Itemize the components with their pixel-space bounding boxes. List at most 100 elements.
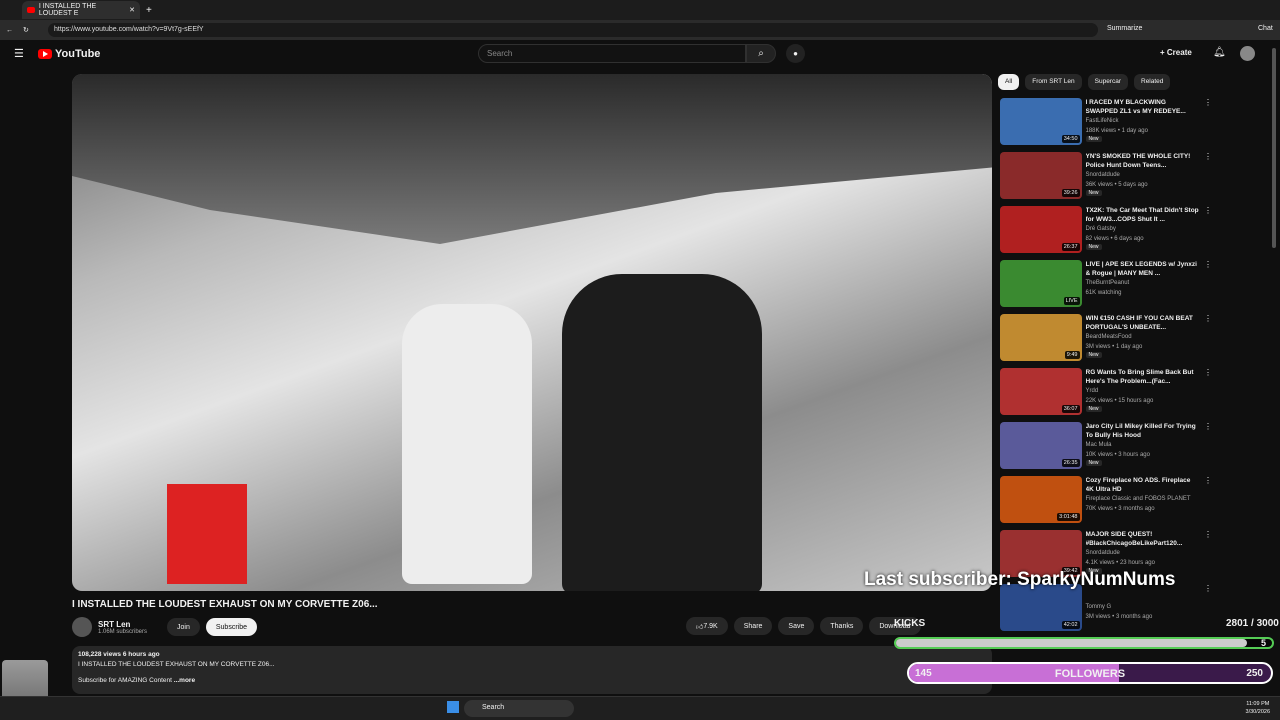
more-options-icon[interactable]: ⋮ xyxy=(1204,152,1212,206)
browser-tab[interactable]: I INSTALLED THE LOUDEST E ✕ xyxy=(22,1,140,19)
recommendation-info: Jaro City Lil Mikey Killed For Trying To… xyxy=(1085,422,1201,476)
more-options-icon[interactable]: ⋮ xyxy=(1204,206,1212,260)
more-options-icon[interactable]: ⋮ xyxy=(1204,314,1212,368)
windows-start-icon[interactable] xyxy=(447,701,459,713)
system-clock: 11:09 PM 3/30/2026 xyxy=(1246,700,1270,716)
chip-related[interactable]: Related xyxy=(1134,74,1171,90)
video-thumbnail[interactable]: 39:26 xyxy=(1000,152,1082,199)
recommendation-title[interactable]: I RACED MY BLACKWING SWAPPED ZL1 vs MY R… xyxy=(1086,98,1201,116)
recommendation-channel[interactable]: Fireplace Classic and FOBOS PLANET xyxy=(1086,494,1201,504)
subscribe-button[interactable]: Subscribe xyxy=(205,618,258,636)
recommendation-item[interactable]: 36:07 RG Wants To Bring Slime Back But H… xyxy=(1000,368,1212,422)
followers-goal: 250 xyxy=(1246,668,1263,679)
youtube-logo[interactable]: YouTube xyxy=(38,48,100,60)
recommendation-title[interactable]: Cozy Fireplace NO ADS. Fireplace 4K Ultr… xyxy=(1086,476,1201,494)
recommendation-channel[interactable]: FastLifeNick xyxy=(1086,116,1201,126)
more-options-icon[interactable]: ⋮ xyxy=(1204,530,1212,584)
like-button[interactable]: 👍︎ 7.9K xyxy=(686,617,728,635)
create-label: Create xyxy=(1166,48,1192,57)
channel-avatar[interactable] xyxy=(72,617,92,637)
create-button[interactable]: + Create xyxy=(1160,48,1192,57)
recommendation-channel[interactable]: Yrdd xyxy=(1086,386,1201,396)
recommendation-channel[interactable]: Mac Mula xyxy=(1086,440,1201,450)
youtube-header: ☰ YouTube Search ⌕ ● + Create 🔔︎ xyxy=(0,40,1280,68)
more-options-icon[interactable]: ⋮ xyxy=(1204,260,1212,314)
recommendation-item[interactable]: LIVE LIVE | APE SEX LEGENDS w/ Jynxzi & … xyxy=(1000,260,1212,314)
video-duration: 26:35 xyxy=(1061,459,1080,467)
video-thumbnail[interactable]: 3:01:48 xyxy=(1000,476,1082,523)
video-duration: 34:50 xyxy=(1061,135,1080,143)
recommendation-info: Cozy Fireplace NO ADS. Fireplace 4K Ultr… xyxy=(1086,476,1201,530)
video-thumbnail[interactable]: 34:50 xyxy=(1000,98,1082,145)
recommendation-item[interactable]: 3:01:48 Cozy Fireplace NO ADS. Fireplace… xyxy=(1000,476,1212,530)
more-options-icon[interactable]: ⋮ xyxy=(1204,476,1212,530)
kicks-progress-fill xyxy=(896,639,1248,647)
recommendation-channel[interactable]: Tommy G xyxy=(1086,602,1201,612)
chat-button[interactable]: Chat xyxy=(1258,25,1273,32)
description-box[interactable]: 108,228 views 6 hours ago I INSTALLED TH… xyxy=(72,646,992,694)
recommendation-title[interactable]: WIN €150 CASH IF YOU CAN BEAT PORTUGAL'S… xyxy=(1086,314,1201,332)
reload-icon[interactable]: ↻ xyxy=(23,26,29,34)
search-icon[interactable]: ⌕ xyxy=(746,44,776,63)
more-options-icon[interactable]: ⋮ xyxy=(1204,584,1212,638)
recommendation-meta: 22K views • 15 hours ago xyxy=(1085,398,1154,404)
taskbar-search[interactable]: Search xyxy=(464,700,574,717)
recommendation-channel[interactable]: Snordatdude xyxy=(1086,170,1201,180)
notifications-icon[interactable]: 🔔︎ xyxy=(1213,47,1226,58)
url-field[interactable]: https://www.youtube.com/watch?v=9Vt7g-sE… xyxy=(48,23,1098,37)
recommendation-channel[interactable]: Snordatdude xyxy=(1086,548,1201,558)
recommendation-item[interactable]: 26:37 TX2K: The Car Meet That Didn't Sto… xyxy=(1000,206,1212,260)
recommendation-item[interactable]: 26:35 Jaro City Lil Mikey Killed For Try… xyxy=(1000,422,1212,476)
recommendation-channel[interactable]: TheBurntPeanut xyxy=(1086,278,1201,288)
close-tab-icon[interactable]: ✕ xyxy=(129,6,135,14)
video-thumbnail[interactable]: 42:02 xyxy=(1000,584,1082,631)
recommendation-title[interactable]: RG Wants To Bring Slime Back But Here's … xyxy=(1086,368,1201,386)
video-thumbnail[interactable]: 26:35 xyxy=(1000,422,1082,469)
more-options-icon[interactable]: ⋮ xyxy=(1204,98,1212,152)
microphone-icon[interactable]: ● xyxy=(786,44,805,63)
more-options-icon[interactable]: ⋮ xyxy=(1204,422,1212,476)
back-icon[interactable]: ← xyxy=(6,27,13,34)
menu-icon[interactable]: ☰ xyxy=(14,47,24,60)
thanks-button[interactable]: Thanks xyxy=(820,617,864,635)
channel-name[interactable]: SRT Len xyxy=(98,620,147,629)
search-input[interactable]: Search xyxy=(478,44,746,63)
more-link[interactable]: ...more xyxy=(174,677,195,684)
video-thumbnail[interactable]: LIVE xyxy=(1000,260,1082,307)
recommendation-item[interactable]: 39:26 YN'S SMOKED THE WHOLE CITY! Police… xyxy=(1000,152,1212,206)
tab-title: I INSTALLED THE LOUDEST E xyxy=(38,3,97,17)
recommendation-title[interactable]: YN'S SMOKED THE WHOLE CITY! Police Hunt … xyxy=(1086,152,1201,170)
new-tab-icon[interactable]: + xyxy=(146,5,152,16)
account-avatar[interactable] xyxy=(1240,46,1255,61)
save-button[interactable]: Save xyxy=(778,617,815,635)
recommendation-item[interactable]: 34:50 I RACED MY BLACKWING SWAPPED ZL1 v… xyxy=(1000,98,1212,152)
share-button[interactable]: Share xyxy=(733,617,773,635)
recommendation-info: YN'S SMOKED THE WHOLE CITY! Police Hunt … xyxy=(1085,152,1201,206)
recommendation-meta: 3M views • 1 day ago xyxy=(1085,344,1143,350)
recommendation-title[interactable]: MAJOR SIDE QUEST! #BlackChicagoBeLikePar… xyxy=(1086,530,1201,548)
recommendation-channel[interactable]: BeardMeatsFood xyxy=(1086,332,1201,342)
video-thumbnail[interactable]: 9:49 xyxy=(1000,314,1082,361)
more-options-icon[interactable]: ⋮ xyxy=(1204,368,1212,422)
chip-all[interactable]: All xyxy=(998,74,1020,90)
chip-from-channel[interactable]: From SRT Len xyxy=(1025,74,1082,90)
recommendation-title[interactable]: TX2K: The Car Meet That Didn't Stop for … xyxy=(1086,206,1201,224)
join-button[interactable]: Join xyxy=(167,618,200,636)
recommendation-meta: 3M views • 3 months ago xyxy=(1085,614,1153,620)
clock-time: 11:09 PM xyxy=(1246,701,1270,707)
scrollbar[interactable] xyxy=(1272,48,1276,248)
video-thumbnail[interactable]: 26:37 xyxy=(1000,206,1082,253)
recommendation-channel[interactable]: Dré Gatsby xyxy=(1086,224,1201,234)
description-line: Subscribe for AMAZING Content xyxy=(78,677,172,684)
chip-supercar[interactable]: Supercar xyxy=(1087,74,1128,90)
recommendation-item[interactable]: 42:02 Tommy G 3M views • 3 months ago ⋮ xyxy=(1000,584,1212,638)
recommendation-title[interactable]: Jaro City Lil Mikey Killed For Trying To… xyxy=(1086,422,1201,440)
summarize-button[interactable]: Summarize xyxy=(1107,25,1142,32)
video-player[interactable] xyxy=(72,74,992,591)
clock-date: 3/30/2026 xyxy=(1245,709,1270,715)
recommendation-info: LIVE | APE SEX LEGENDS w/ Jynxzi & Rogue… xyxy=(1086,260,1201,314)
like-count: 7.9K xyxy=(703,622,718,630)
recommendation-title[interactable]: LIVE | APE SEX LEGENDS w/ Jynxzi & Rogue… xyxy=(1086,260,1201,278)
recommendation-item[interactable]: 9:49 WIN €150 CASH IF YOU CAN BEAT PORTU… xyxy=(1000,314,1212,368)
video-thumbnail[interactable]: 36:07 xyxy=(1000,368,1082,415)
